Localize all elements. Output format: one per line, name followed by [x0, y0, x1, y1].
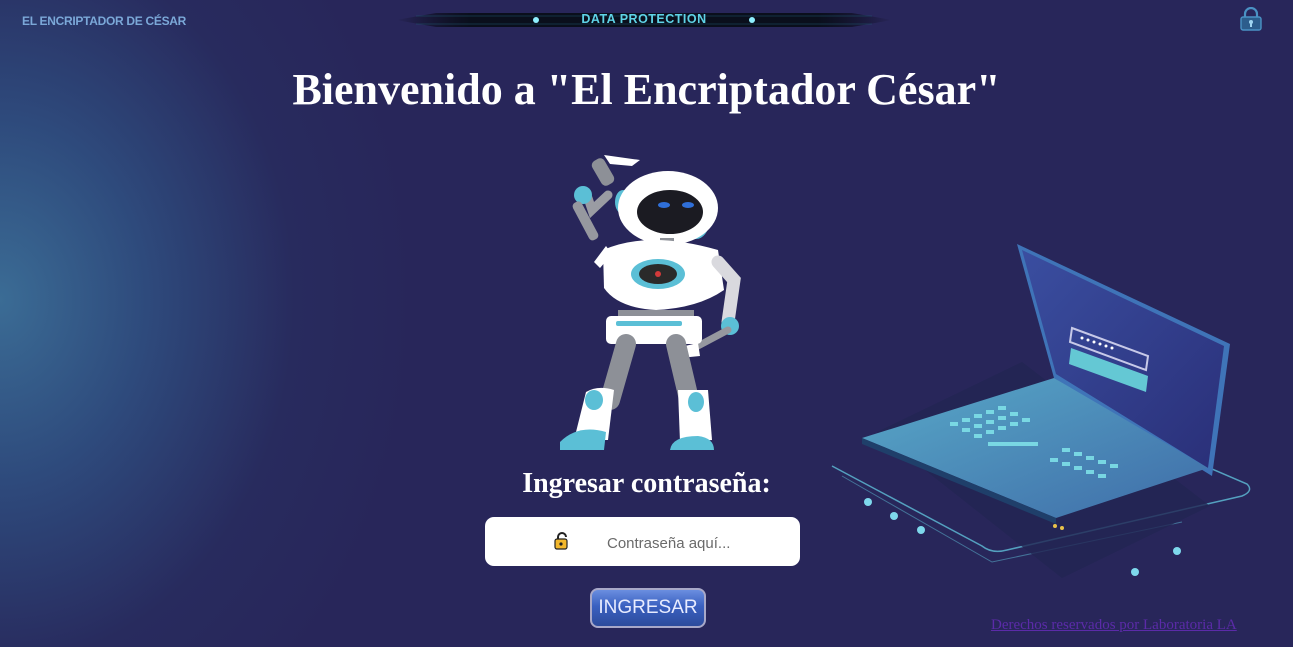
padlock-icon: [1240, 7, 1262, 31]
key-lock-icon: [554, 532, 568, 550]
brand-title: EL ENCRIPTADOR DE CÉSAR: [22, 14, 187, 28]
robot-illustration: [560, 155, 741, 450]
password-field[interactable]: [485, 517, 800, 566]
laptop-illustration: [831, 244, 1251, 578]
footer-copyright-link[interactable]: Derechos reservados por Laboratoria LA: [991, 617, 1237, 634]
data-protection-banner: DATA PROTECTION: [396, 10, 892, 30]
password-input[interactable]: [605, 530, 789, 556]
ingresar-button[interactable]: INGRESAR: [590, 588, 706, 628]
password-label: Ingresar contraseña:: [522, 468, 771, 499]
page-title: Bienvenido a "El Encriptador César": [292, 65, 1001, 114]
banner-text: DATA PROTECTION: [581, 12, 707, 26]
